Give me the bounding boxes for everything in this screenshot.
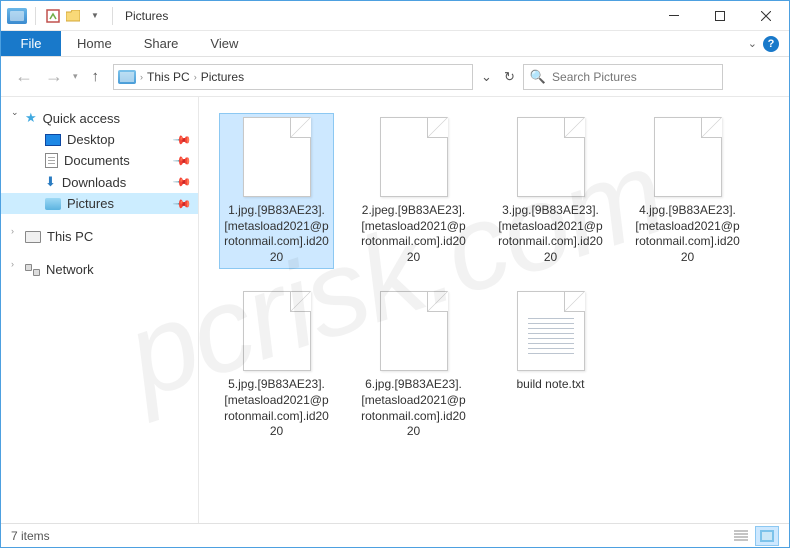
sidebar-item-label: Desktop <box>67 132 115 147</box>
expand-icon[interactable]: ⌄ <box>11 107 19 118</box>
address-dropdown-icon[interactable]: ⌄ <box>481 69 492 85</box>
pin-icon: 📌 <box>172 172 192 192</box>
file-name: 1.jpg.[9B83AE23].[metasload2021@protonma… <box>223 203 330 265</box>
explorer-window: ▼ Pictures File Home Share View ⌄ ? ← → … <box>0 0 790 548</box>
sidebar-item-downloads[interactable]: ⬇ Downloads 📌 <box>1 171 198 193</box>
details-view-button[interactable] <box>729 526 753 546</box>
file-name: 5.jpg.[9B83AE23].[metasload2021@protonma… <box>223 377 330 439</box>
statusbar: 7 items <box>1 523 789 547</box>
sidebar-item-label: Pictures <box>67 196 114 211</box>
app-icon[interactable] <box>7 8 27 24</box>
expand-icon[interactable]: › <box>11 226 14 236</box>
file-item[interactable]: 6.jpg.[9B83AE23].[metasload2021@protonma… <box>356 287 471 443</box>
back-button[interactable]: ← <box>13 64 35 89</box>
body: ⌄ ★ Quick access Desktop 📌 Documents 📌 ⬇… <box>1 97 789 523</box>
maximize-button[interactable] <box>697 2 743 30</box>
qat-dropdown-icon[interactable]: ▼ <box>86 5 104 27</box>
sidebar-item-label: Quick access <box>43 111 120 126</box>
file-grid: 1.jpg.[9B83AE23].[metasload2021@protonma… <box>219 113 769 444</box>
help-icon[interactable]: ? <box>763 36 779 52</box>
file-item[interactable]: 4.jpg.[9B83AE23].[metasload2021@protonma… <box>630 113 745 269</box>
location-icon <box>118 70 136 84</box>
file-name: build note.txt <box>516 377 584 393</box>
blank-file-icon <box>517 117 585 197</box>
sidebar-item-pictures[interactable]: Pictures 📌 <box>1 193 198 214</box>
expand-icon[interactable]: › <box>11 259 14 269</box>
sidebar-network[interactable]: Network <box>1 259 198 280</box>
file-pane[interactable]: 1.jpg.[9B83AE23].[metasload2021@protonma… <box>199 97 789 523</box>
desktop-icon <box>45 134 61 146</box>
sidebar-this-pc[interactable]: This PC <box>1 226 198 247</box>
sidebar-item-label: Downloads <box>62 175 126 190</box>
history-dropdown-icon[interactable]: ▾ <box>73 71 78 82</box>
blank-file-icon <box>243 291 311 371</box>
sidebar-quick-access[interactable]: ★ Quick access <box>1 107 198 129</box>
close-button[interactable] <box>743 2 789 30</box>
file-name: 3.jpg.[9B83AE23].[metasload2021@protonma… <box>497 203 604 265</box>
sidebar-item-documents[interactable]: Documents 📌 <box>1 150 198 171</box>
pin-icon: 📌 <box>172 129 192 149</box>
item-count: 7 items <box>11 529 50 543</box>
sidebar-item-label: Network <box>46 262 94 277</box>
search-box[interactable]: 🔍 <box>523 64 723 90</box>
pin-icon: 📌 <box>172 150 192 170</box>
up-button[interactable]: ↑ <box>92 68 100 85</box>
file-name: 2.jpeg.[9B83AE23].[metasload2021@protonm… <box>360 203 467 265</box>
ribbon-tab-share[interactable]: Share <box>128 31 195 56</box>
sidebar-item-label: Documents <box>64 153 130 168</box>
text-file-icon <box>517 291 585 371</box>
pictures-icon <box>45 198 61 210</box>
refresh-icon[interactable]: ↻ <box>504 69 515 85</box>
sidebar-item-label: This PC <box>47 229 93 244</box>
file-name: 6.jpg.[9B83AE23].[metasload2021@protonma… <box>360 377 467 439</box>
ribbon-tab-home[interactable]: Home <box>61 31 128 56</box>
breadcrumb-pictures[interactable]: Pictures <box>197 70 248 84</box>
sidebar-item-desktop[interactable]: Desktop 📌 <box>1 129 198 150</box>
file-name: 4.jpg.[9B83AE23].[metasload2021@protonma… <box>634 203 741 265</box>
file-item[interactable]: 1.jpg.[9B83AE23].[metasload2021@protonma… <box>219 113 334 269</box>
pin-icon: 📌 <box>172 193 192 213</box>
blank-file-icon <box>380 291 448 371</box>
ribbon-tab-view[interactable]: View <box>194 31 254 56</box>
qat-newfolder-icon[interactable] <box>64 5 82 27</box>
star-icon: ★ <box>25 110 37 126</box>
breadcrumb-thispc[interactable]: This PC <box>143 70 194 84</box>
qat-properties-icon[interactable] <box>44 5 62 27</box>
ribbon-expand-icon[interactable]: ⌄ <box>748 37 757 50</box>
separator <box>35 7 36 25</box>
window-title: Pictures <box>125 9 168 23</box>
ribbon: File Home Share View ⌄ ? <box>1 31 789 57</box>
navigation-pane[interactable]: ⌄ ★ Quick access Desktop 📌 Documents 📌 ⬇… <box>1 97 199 523</box>
file-item[interactable]: build note.txt <box>493 287 608 443</box>
blank-file-icon <box>243 117 311 197</box>
thumbnails-view-button[interactable] <box>755 526 779 546</box>
pc-icon <box>25 231 41 243</box>
download-icon: ⬇ <box>45 174 56 190</box>
blank-file-icon <box>380 117 448 197</box>
titlebar: ▼ Pictures <box>1 1 789 31</box>
file-item[interactable]: 3.jpg.[9B83AE23].[metasload2021@protonma… <box>493 113 608 269</box>
forward-button[interactable]: → <box>43 64 65 89</box>
document-icon <box>45 153 58 168</box>
navigation-bar: ← → ▾ ↑ › This PC › Pictures ⌄ ↻ 🔍 <box>1 57 789 97</box>
minimize-button[interactable] <box>651 2 697 30</box>
address-bar[interactable]: › This PC › Pictures <box>113 64 473 90</box>
file-item[interactable]: 5.jpg.[9B83AE23].[metasload2021@protonma… <box>219 287 334 443</box>
file-item[interactable]: 2.jpeg.[9B83AE23].[metasload2021@protonm… <box>356 113 471 269</box>
network-icon <box>25 264 40 276</box>
ribbon-file-tab[interactable]: File <box>1 31 61 56</box>
search-icon: 🔍 <box>530 69 546 85</box>
search-input[interactable] <box>552 70 716 84</box>
blank-file-icon <box>654 117 722 197</box>
separator <box>112 7 113 25</box>
